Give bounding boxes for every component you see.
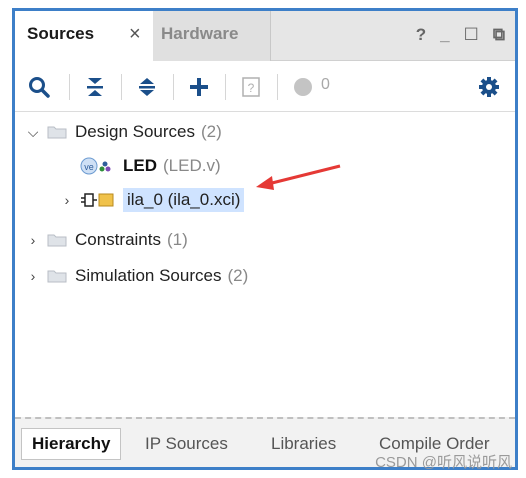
folder-icon <box>47 234 67 247</box>
expand-all-icon[interactable] <box>133 74 161 100</box>
tree-node-simulation-sources[interactable]: › Simulation Sources (2) <box>25 263 249 289</box>
toolbar-divider <box>225 74 226 100</box>
tree-node-file: (LED.v) <box>163 156 221 175</box>
tab-libraries[interactable]: Libraries <box>271 428 336 460</box>
svg-text:?: ? <box>248 81 255 95</box>
close-icon[interactable]: × <box>129 23 141 46</box>
tab-hardware[interactable]: Hardware <box>153 11 271 61</box>
tree-node-count: (2) <box>201 122 222 141</box>
unknown-icon[interactable]: ? <box>237 74 265 100</box>
toolbar-divider <box>69 74 70 100</box>
toolbar-divider <box>173 74 174 100</box>
status-count: 0 <box>321 76 330 93</box>
search-icon[interactable] <box>25 74 53 100</box>
chevron-right-icon[interactable]: › <box>25 268 41 284</box>
tree-node-count: (1) <box>166 230 188 249</box>
folder-icon <box>47 270 67 283</box>
tab-sources-label: Sources <box>27 24 95 43</box>
help-icon[interactable]: ? <box>416 25 426 45</box>
tab-ip-sources[interactable]: IP Sources <box>145 428 228 460</box>
source-tree: ⌵ Design Sources (2) ve LED (LED.v) › il… <box>15 113 515 419</box>
chevron-right-icon[interactable]: › <box>25 232 41 248</box>
tree-node-label: Simulation Sources <box>75 266 222 285</box>
toolbar: ? 0 <box>15 62 515 112</box>
collapse-all-icon[interactable] <box>81 74 109 100</box>
status-dot-icon <box>291 74 315 100</box>
folder-icon <box>47 126 67 139</box>
chevron-right-icon[interactable]: › <box>59 192 75 208</box>
tab-sources[interactable]: Sources × <box>15 11 153 61</box>
tree-node-label: LED <box>123 156 157 175</box>
minimize-icon[interactable]: _ <box>440 25 449 45</box>
tree-node-label: Constraints <box>75 230 161 249</box>
tree-node-constraints[interactable]: › Constraints (1) <box>25 227 188 253</box>
tree-node-count: (2) <box>227 266 249 285</box>
maximize-icon[interactable]: ☐ <box>464 25 479 45</box>
window-controls: ? _ ☐ ⧉ <box>416 25 505 45</box>
toolbar-divider <box>277 74 278 100</box>
tree-node-led[interactable]: ve LED (LED.v) <box>79 153 221 179</box>
tab-hardware-label: Hardware <box>161 24 239 43</box>
tree-node-ila[interactable]: › ila_0 (ila_0.xci) <box>59 187 245 213</box>
svg-text:ve: ve <box>84 162 94 172</box>
gear-icon[interactable] <box>475 74 503 100</box>
add-icon[interactable] <box>185 74 213 100</box>
watermark: CSDN @听风说听风 <box>375 454 512 471</box>
tree-node-design-sources[interactable]: ⌵ Design Sources (2) <box>25 119 222 145</box>
tree-node-label: ila_0 (ila_0.xci) <box>123 188 245 212</box>
verilog-module-icon: ve <box>80 157 111 175</box>
tab-hierarchy[interactable]: Hierarchy <box>21 428 122 460</box>
toolbar-divider <box>121 74 122 100</box>
sources-panel: Sources × Hardware ? _ ☐ ⧉ ? 0 ⌵ Design … <box>12 8 518 470</box>
restore-icon[interactable]: ⧉ <box>493 25 505 45</box>
ip-core-icon <box>81 193 114 207</box>
tree-node-label: Design Sources <box>75 122 196 141</box>
tab-bar: Sources × Hardware ? _ ☐ ⧉ <box>15 11 515 61</box>
chevron-down-icon[interactable]: ⌵ <box>25 124 41 141</box>
